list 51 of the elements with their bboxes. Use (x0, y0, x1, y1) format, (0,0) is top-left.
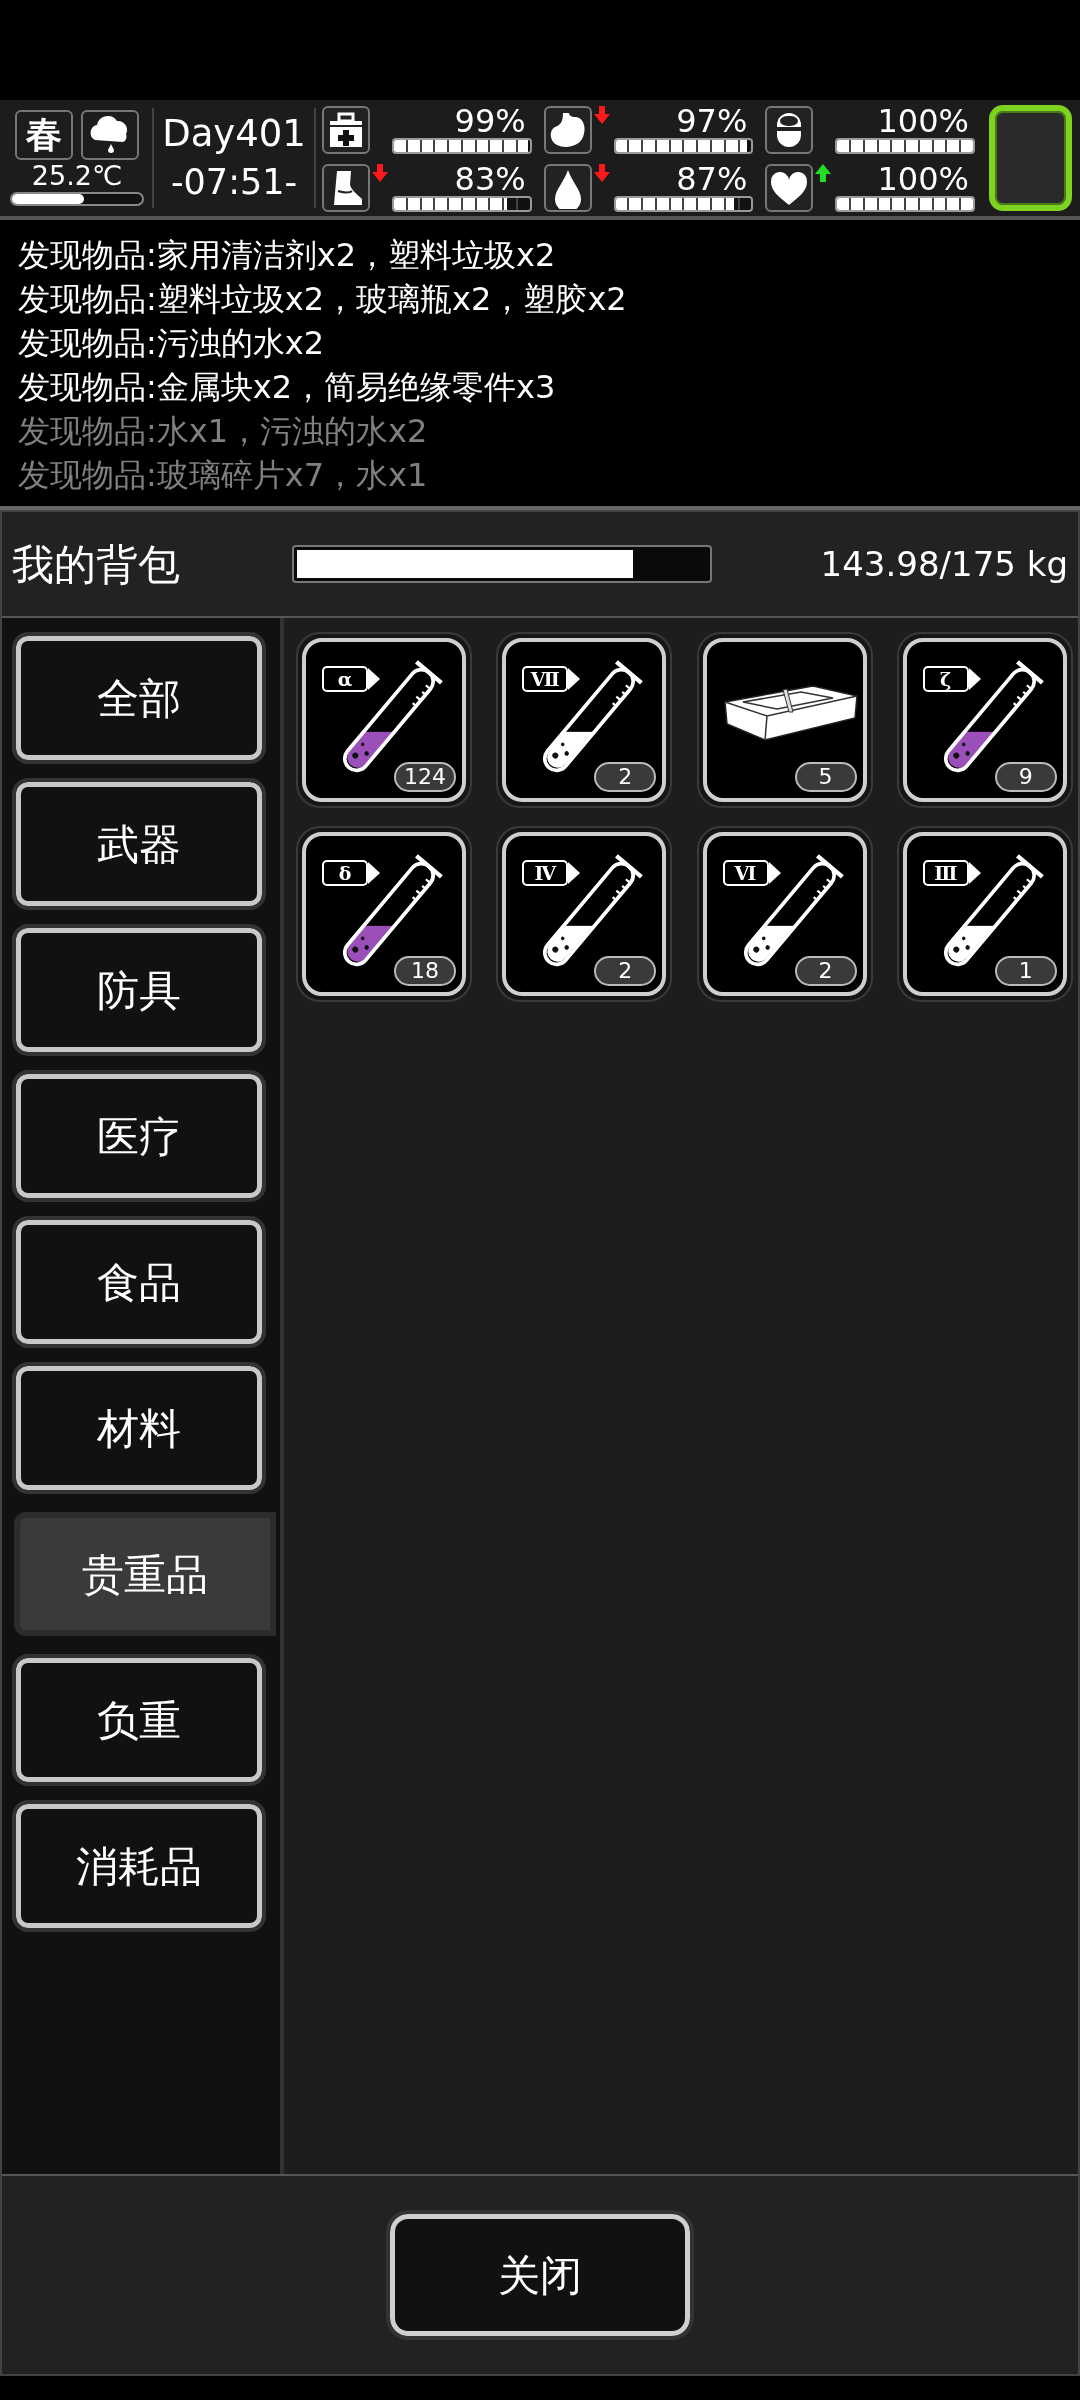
log-line: 发现物品:玻璃碎片x7，水x1 (18, 455, 429, 496)
item-slot[interactable]: ζ 9 (902, 638, 1067, 802)
item-slot[interactable]: Ⅳ 2 (502, 832, 667, 996)
item-count: 1 (994, 956, 1057, 986)
stat-percent: 99% (454, 104, 527, 138)
item-slot[interactable]: α 124 (302, 638, 466, 802)
stat-button[interactable] (322, 164, 370, 212)
category-tab[interactable]: 贵重品 (14, 1512, 276, 1636)
stat-button[interactable] (322, 106, 370, 154)
item-count: 2 (794, 956, 857, 986)
equipment-slot[interactable] (988, 105, 1072, 211)
item-slot[interactable]: Ⅲ 1 (902, 832, 1067, 996)
item-slot[interactable]: 5 (702, 638, 867, 802)
item-count: 9 (994, 762, 1057, 792)
vial-label: Ⅵ (722, 860, 769, 886)
cash-bundle-icon (723, 685, 858, 741)
stat-percent: 100% (877, 104, 970, 138)
item-count: 18 (394, 956, 456, 986)
stat-percent: 87% (676, 162, 749, 196)
vial-label: Ⅲ (922, 860, 969, 886)
log-line: 发现物品:污浊的水x2 (18, 323, 326, 364)
stat-button[interactable] (765, 106, 814, 154)
load-reading: 143.98/175 kg (820, 542, 1068, 586)
item-slot[interactable]: Ⅶ 2 (502, 638, 667, 802)
stat-button[interactable] (543, 164, 592, 212)
temperature-reading: 25.2℃ (31, 162, 123, 190)
item-slot[interactable]: Ⅵ 2 (702, 832, 867, 996)
log-line: 发现物品:家用清洁剂x2，塑料垃圾x2 (18, 235, 557, 276)
log-line: 发现物品:金属块x2，简易绝缘零件x3 (18, 367, 557, 408)
log-line: 发现物品:塑料垃圾x2，玻璃瓶x2，塑胶x2 (18, 279, 628, 320)
weather-button[interactable] (81, 110, 140, 160)
item-count: 5 (794, 762, 857, 792)
day-counter: Day401 (162, 112, 306, 156)
vial-label: ζ (922, 666, 969, 692)
item-count: 2 (594, 762, 657, 792)
backpack-title: 我的背包 (12, 538, 181, 591)
item-count: 2 (594, 956, 657, 986)
vial-label: Ⅶ (522, 666, 569, 692)
vial-label: δ (322, 860, 368, 886)
stat-button[interactable] (543, 106, 592, 154)
stat-percent: 97% (676, 104, 749, 138)
item-count: 124 (394, 762, 456, 792)
vial-label: Ⅳ (522, 860, 569, 886)
log-line: 发现物品:水x1，污浊的水x2 (18, 411, 429, 452)
vial-label: α (322, 666, 368, 692)
stat-percent: 100% (877, 162, 970, 196)
stat-percent: 83% (454, 162, 527, 196)
item-slot[interactable]: δ 18 (302, 832, 466, 996)
season-label: 春 (15, 110, 74, 160)
clock-time: -07:51- (170, 161, 298, 204)
stat-button[interactable] (765, 164, 814, 212)
